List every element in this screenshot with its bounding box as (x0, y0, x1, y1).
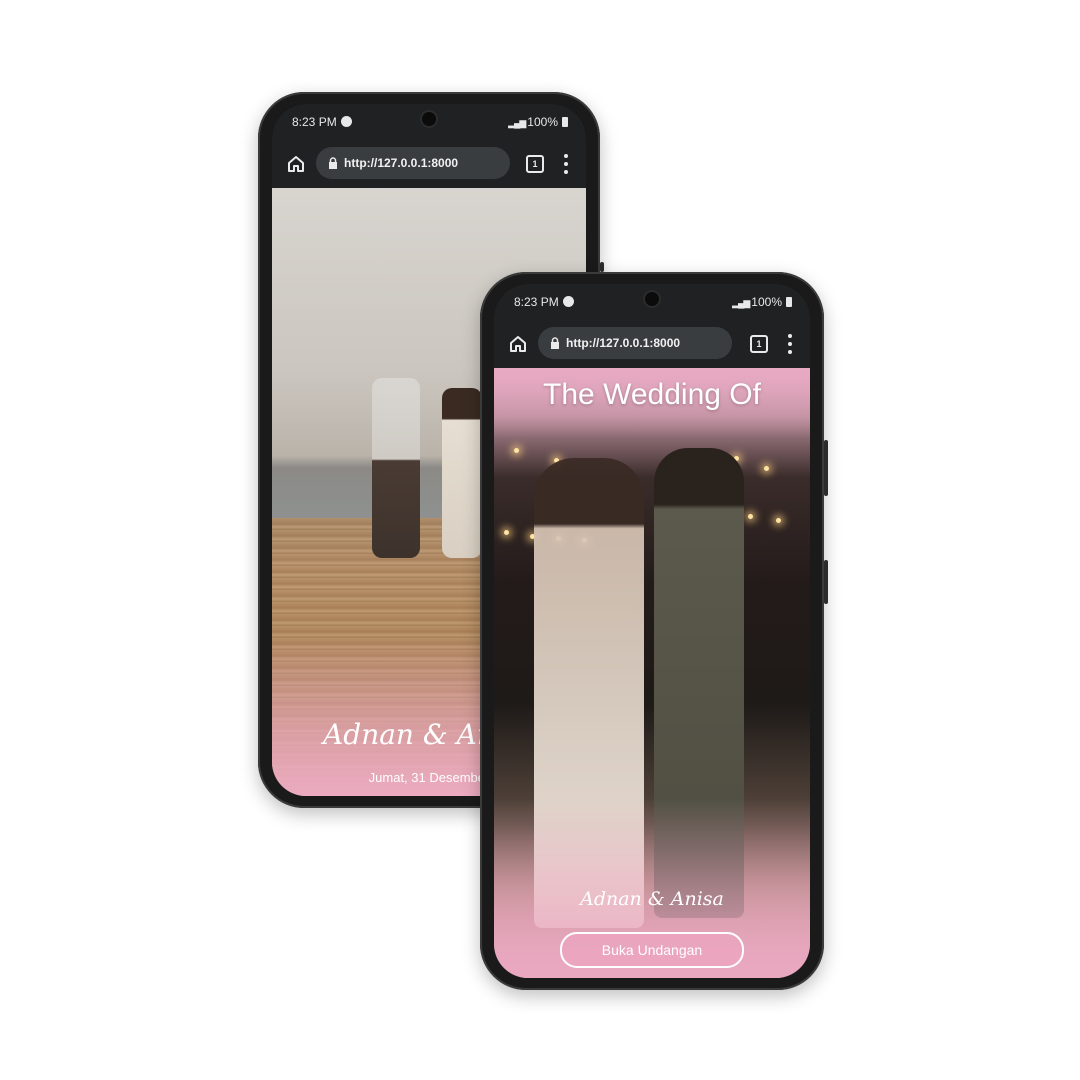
front-phone-screen: 8:23 PM ▂▄▆100% http://127.0.0.1:8000 1 (494, 284, 810, 978)
overflow-menu-icon[interactable] (564, 154, 568, 174)
spotify-icon (562, 296, 574, 307)
browser-toolbar: http://127.0.0.1:8000 1 (494, 320, 810, 368)
home-icon[interactable] (508, 334, 528, 354)
lock-icon (551, 337, 559, 349)
tabs-icon[interactable]: 1 (750, 335, 768, 353)
battery-percent: 100% (751, 295, 782, 309)
front-page-content: The Wedding Of Adnan & Anisa Buka Undang… (494, 368, 810, 978)
groom-figure (372, 378, 420, 558)
address-url: http://127.0.0.1:8000 (344, 156, 459, 170)
front-phone: 8:23 PM ▂▄▆100% http://127.0.0.1:8000 1 (480, 272, 828, 990)
signal-icon: ▂▄▆ (508, 118, 526, 128)
battery-icon (786, 297, 792, 307)
home-icon[interactable] (286, 154, 306, 174)
address-url: http://127.0.0.1:8000 (566, 336, 681, 350)
status-bar: 8:23 PM ▂▄▆ 100% (272, 104, 586, 140)
spotify-icon (340, 116, 352, 127)
signal-icon: ▂▄▆ (732, 298, 750, 308)
status-bar: 8:23 PM ▂▄▆ 100% (494, 284, 810, 320)
browser-toolbar: http://127.0.0.1:8000 1 (272, 140, 586, 188)
battery-icon (562, 117, 568, 127)
address-bar[interactable]: http://127.0.0.1:8000 (538, 327, 732, 359)
bride-figure (442, 388, 482, 558)
overflow-menu-icon[interactable] (788, 334, 792, 354)
front-camera (645, 292, 659, 306)
couple-names: Adnan & Anisa (580, 888, 724, 910)
battery-percent: 100% (527, 115, 558, 129)
status-time: 8:23 PM (514, 295, 559, 309)
tabs-icon[interactable]: 1 (526, 155, 544, 173)
page-title: The Wedding Of (543, 378, 761, 411)
address-bar[interactable]: http://127.0.0.1:8000 (316, 147, 510, 179)
status-time: 8:23 PM (292, 115, 337, 129)
open-invitation-button[interactable]: Buka Undangan (560, 932, 744, 968)
front-camera (422, 112, 436, 126)
lock-icon (329, 157, 337, 169)
